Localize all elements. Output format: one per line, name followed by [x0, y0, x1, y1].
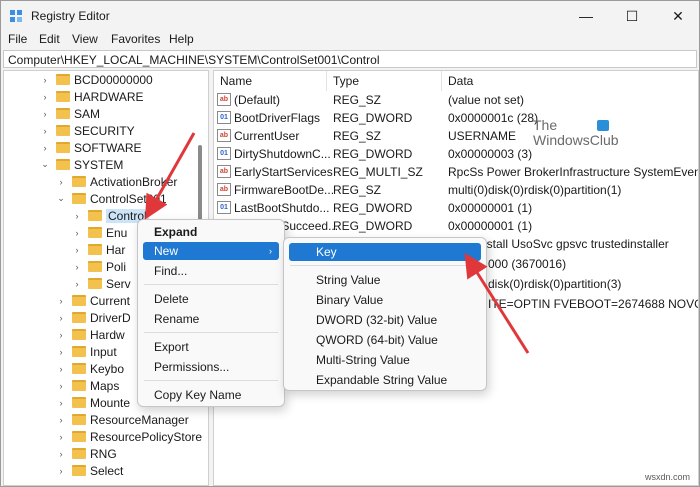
- footer-watermark: wsxdn.com: [645, 472, 691, 482]
- annotation-arrows: [145, 132, 530, 354]
- arrow-to-control-icon: [145, 132, 196, 220]
- arrow-to-key-icon: [464, 252, 530, 354]
- registry-editor-window: Registry Editor — ☐ ✕ File Edit View Fav…: [0, 0, 700, 487]
